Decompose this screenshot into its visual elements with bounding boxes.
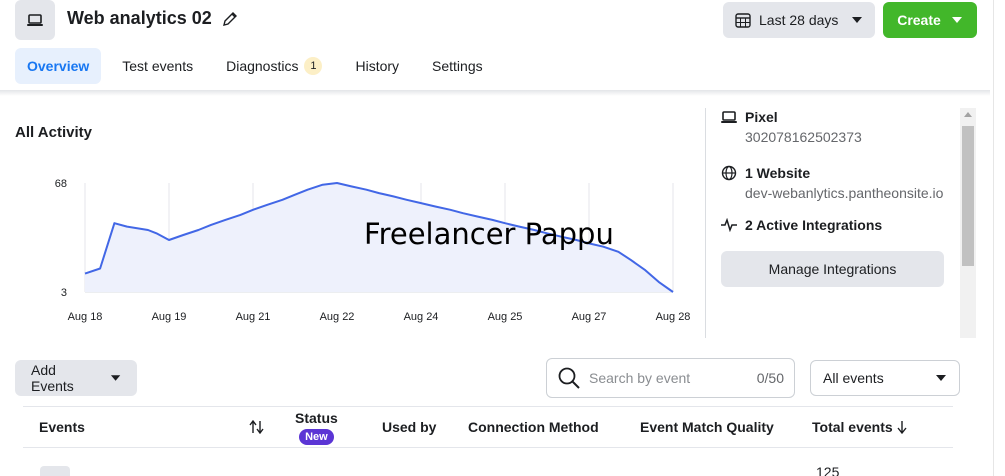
events-filter-select[interactable]: All events — [810, 360, 960, 396]
pencil-icon[interactable] — [222, 11, 238, 27]
x-tick-label: Aug 19 — [152, 311, 187, 323]
x-tick-label: Aug 22 — [320, 311, 355, 323]
filter-value: All events — [823, 370, 884, 386]
panel-scrollbar[interactable] — [960, 108, 976, 338]
tab-diagnostics[interactable]: Diagnostics 1 — [214, 48, 334, 84]
manage-integrations-button[interactable]: Manage Integrations — [721, 251, 944, 287]
integrations-info: 2 Active Integrations — [721, 217, 882, 233]
scrollbar-thumb[interactable] — [962, 126, 974, 266]
add-events-label: Add Events — [31, 362, 74, 394]
x-tick-label: Aug 18 — [68, 311, 103, 323]
scroll-up-arrow-icon[interactable] — [964, 112, 972, 117]
tab-history-label: History — [355, 58, 400, 74]
col-used-by-label: Used by — [382, 419, 437, 435]
pixel-info: Pixel 302078162502373 — [721, 109, 862, 145]
col-connection-method[interactable]: Connection Method — [468, 407, 599, 447]
pixel-id: 302078162502373 — [745, 129, 862, 145]
col-match-quality[interactable]: Event Match Quality — [640, 407, 774, 447]
sort-icon[interactable] — [249, 407, 265, 447]
col-total-events[interactable]: Total events — [812, 407, 907, 447]
watermark-text: Freelancer Pappu — [364, 217, 614, 251]
date-range-label: Last 28 days — [759, 12, 839, 28]
col-events-label: Events — [39, 419, 85, 435]
y-tick-label: 68 — [55, 178, 67, 190]
laptop-icon — [721, 111, 737, 123]
globe-icon — [721, 165, 737, 181]
col-status[interactable]: Status New — [295, 407, 338, 447]
panel-divider — [705, 108, 706, 338]
search-icon — [558, 367, 580, 389]
laptop-icon — [27, 14, 43, 26]
caret-down-icon — [110, 375, 121, 381]
tab-diagnostics-label: Diagnostics — [226, 58, 299, 74]
col-connection-label: Connection Method — [468, 419, 599, 435]
create-label: Create — [897, 12, 941, 28]
tab-settings-label: Settings — [432, 58, 483, 74]
y-tick-label: 3 — [61, 287, 67, 299]
col-total-label: Total events — [812, 419, 893, 435]
date-range-button[interactable]: Last 28 days — [723, 2, 875, 38]
create-button[interactable]: Create — [883, 2, 977, 38]
x-tick-label: Aug 28 — [656, 311, 691, 323]
arrow-down-icon — [897, 421, 907, 434]
tab-test-events-label: Test events — [122, 58, 194, 74]
caret-down-icon — [951, 17, 962, 23]
col-match-quality-label: Event Match Quality — [640, 419, 774, 435]
page-scrollbar[interactable] — [993, 0, 1005, 476]
col-status-label: Status — [295, 409, 338, 426]
website-url[interactable]: dev-webanlytics.pantheonsite.io — [745, 185, 943, 201]
col-events[interactable]: Events — [39, 407, 85, 447]
x-tick-label: Aug 21 — [236, 311, 271, 323]
tab-settings[interactable]: Settings — [420, 48, 495, 84]
header-divider — [0, 90, 990, 96]
x-tick-label: Aug 25 — [488, 311, 523, 323]
event-search: 0/50 — [546, 358, 795, 398]
page-title-text: Web analytics 02 — [67, 8, 212, 28]
search-input[interactable] — [589, 370, 739, 386]
x-tick-label: Aug 27 — [572, 311, 607, 323]
pixel-label: Pixel — [745, 109, 778, 125]
tab-history[interactable]: History — [343, 48, 411, 84]
tab-overview[interactable]: Overview — [15, 48, 102, 84]
integrations-label: 2 Active Integrations — [745, 217, 883, 233]
pulse-icon — [721, 218, 737, 232]
caret-down-icon — [852, 17, 862, 23]
calendar-icon — [735, 13, 751, 28]
search-char-count: 0/50 — [756, 370, 784, 386]
all-activity-title: All Activity — [15, 124, 92, 141]
tab-bar: Overview Test events Diagnostics 1 Histor… — [15, 48, 504, 84]
table-row-icon-placeholder — [40, 466, 70, 476]
x-tick-label: Aug 24 — [404, 311, 439, 323]
new-badge: New — [299, 428, 334, 445]
pixel-app-icon — [15, 0, 55, 40]
events-table-header: Events Status New Used by Connection Met… — [23, 406, 953, 448]
add-events-button[interactable]: Add Events — [15, 360, 137, 396]
diagnostics-count-badge: 1 — [304, 57, 323, 75]
tab-overview-label: Overview — [27, 58, 90, 74]
col-used-by[interactable]: Used by — [382, 407, 436, 447]
website-info: 1 Website dev-webanlytics.pantheonsite.i… — [721, 165, 943, 201]
table-row-total: 125 — [816, 464, 840, 476]
tab-test-events[interactable]: Test events — [110, 48, 205, 84]
website-label: 1 Website — [745, 165, 811, 181]
caret-down-icon — [936, 375, 946, 381]
page-title: Web analytics 02 — [67, 8, 238, 29]
